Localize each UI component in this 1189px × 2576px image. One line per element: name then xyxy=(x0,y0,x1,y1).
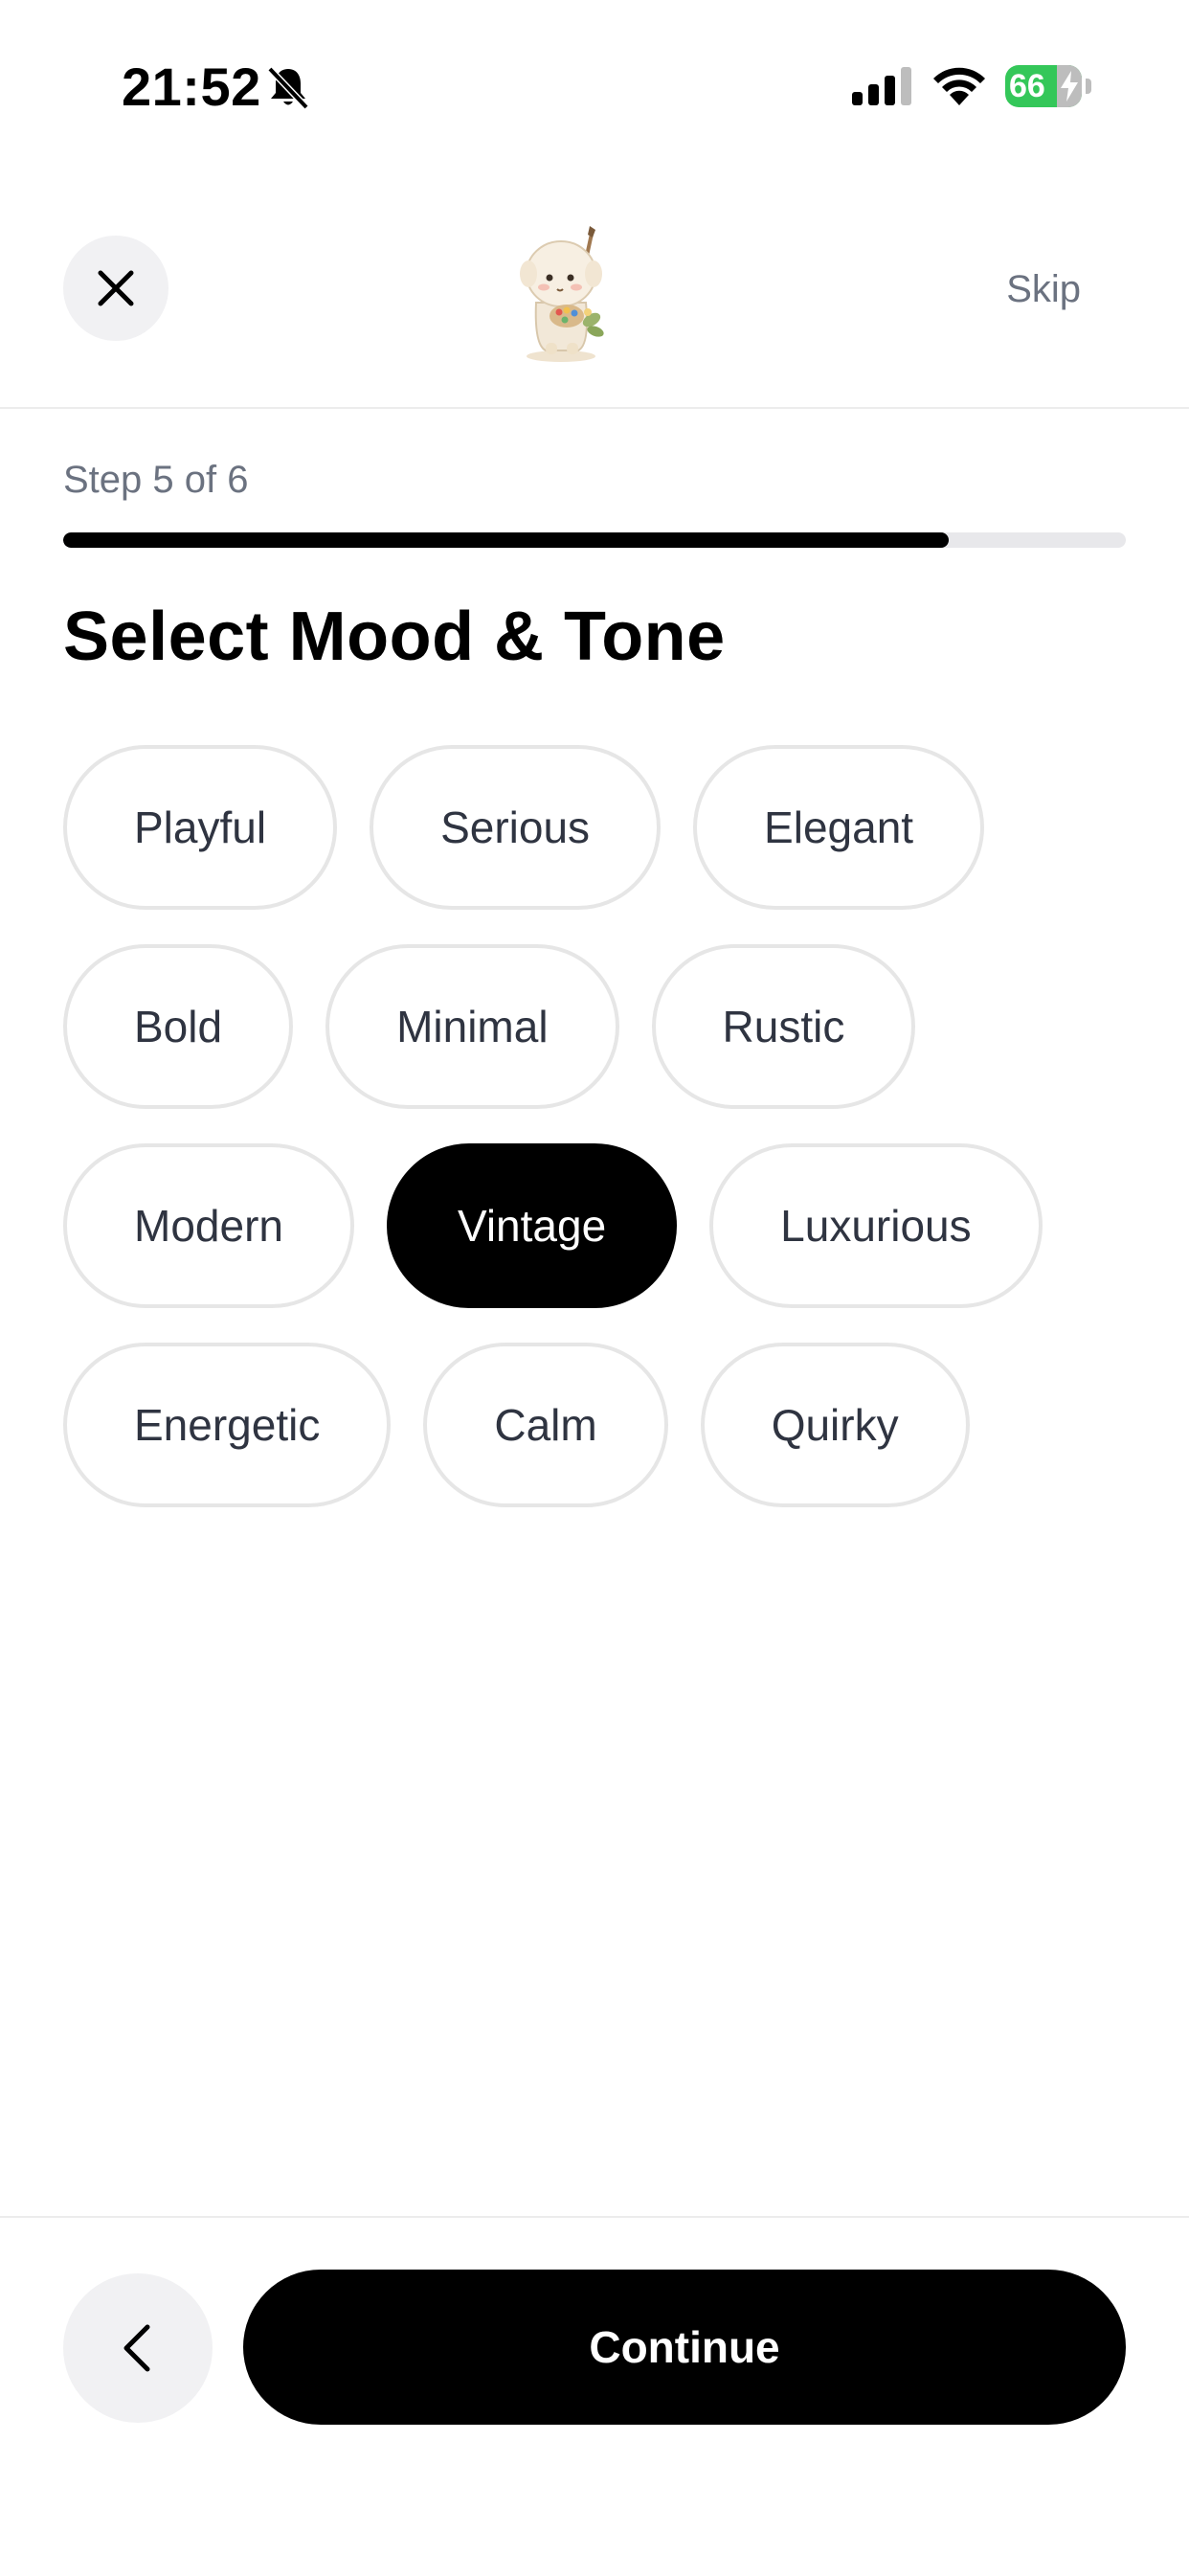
wifi-icon xyxy=(931,63,988,107)
back-button[interactable] xyxy=(63,2273,213,2423)
battery-charging-icon: 66 xyxy=(1005,65,1091,107)
bell-slash-icon xyxy=(264,63,312,111)
skip-button[interactable]: Skip xyxy=(1006,266,1081,312)
chip-energetic[interactable]: Energetic xyxy=(63,1343,392,1507)
header: Skip xyxy=(0,172,1189,409)
progress-fill xyxy=(63,532,949,548)
progress-bar xyxy=(63,532,1126,548)
page-title: Select Mood & Tone xyxy=(63,599,726,675)
bottom-bar: Continue xyxy=(0,2216,1189,2576)
mascot-illustration xyxy=(507,220,622,364)
chip-row: Energetic Calm Quirky xyxy=(63,1343,1126,1507)
chip-minimal[interactable]: Minimal xyxy=(325,944,619,1109)
mood-chip-group: Playful Serious Elegant Bold Minimal Rus… xyxy=(63,745,1126,1542)
chip-serious[interactable]: Serious xyxy=(370,745,662,910)
chip-vintage[interactable]: Vintage xyxy=(386,1143,678,1308)
close-icon xyxy=(98,270,134,306)
chip-modern[interactable]: Modern xyxy=(63,1143,354,1308)
status-time: 21:52 xyxy=(122,56,261,117)
continue-button[interactable]: Continue xyxy=(243,2270,1126,2425)
close-button[interactable] xyxy=(63,236,168,341)
chip-playful[interactable]: Playful xyxy=(63,745,338,910)
chip-bold[interactable]: Bold xyxy=(63,944,294,1109)
chip-row: Modern Vintage Luxurious xyxy=(63,1143,1126,1308)
chip-elegant[interactable]: Elegant xyxy=(693,745,985,910)
cellular-signal-icon xyxy=(852,65,913,107)
status-bar: 21:52 66 xyxy=(0,0,1189,172)
chip-row: Playful Serious Elegant xyxy=(63,745,1126,910)
battery-level: 66 xyxy=(1009,68,1045,104)
chevron-left-icon xyxy=(123,2324,150,2372)
chip-calm[interactable]: Calm xyxy=(423,1343,668,1507)
chip-rustic[interactable]: Rustic xyxy=(651,944,916,1109)
chip-luxurious[interactable]: Luxurious xyxy=(709,1143,1043,1308)
chip-quirky[interactable]: Quirky xyxy=(700,1343,970,1507)
step-label: Step 5 of 6 xyxy=(63,459,249,501)
chip-row: Bold Minimal Rustic xyxy=(63,944,1126,1109)
